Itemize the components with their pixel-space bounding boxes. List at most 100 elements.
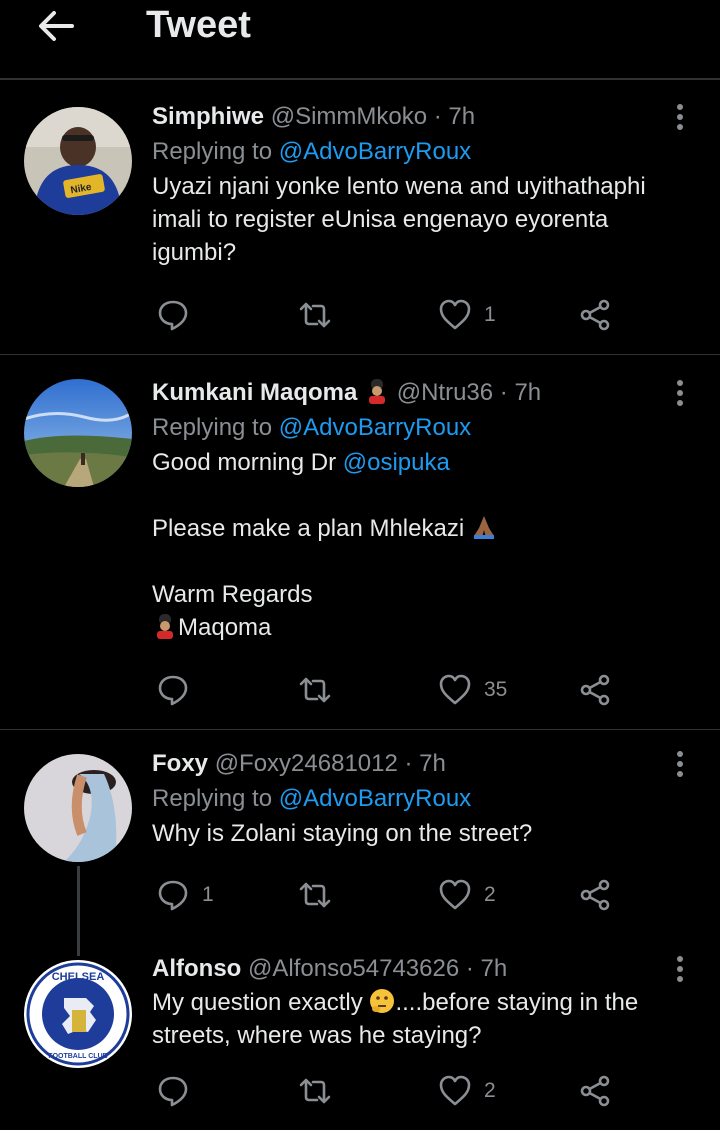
replying-handle-link[interactable]: @AdvoBarryRoux — [279, 414, 471, 441]
share-icon — [580, 674, 610, 706]
like-button[interactable]: 35 — [438, 672, 507, 708]
avatar[interactable]: Nike — [24, 107, 132, 215]
replying-prefix: Replying to — [152, 138, 279, 165]
text-fragment: My question exactly — [152, 989, 370, 1016]
avatar[interactable] — [24, 754, 132, 862]
top-bar: Tweet — [0, 0, 720, 80]
replying-handle-link[interactable]: @AdvoBarryRoux — [279, 785, 471, 812]
tweet-text-line: My question exactly ....before staying i… — [152, 986, 672, 1052]
reply-count: 1 — [202, 883, 214, 906]
text-fragment: Please make a plan Mhlekazi — [152, 515, 471, 542]
reply-bubble-icon — [158, 1076, 188, 1107]
replying-to: Replying to @AdvoBarryRoux — [152, 413, 672, 443]
share-button[interactable] — [578, 297, 612, 333]
tweet-text-line: Why is Zolani staying on the street? — [152, 820, 533, 847]
retweet-icon — [299, 1078, 331, 1104]
tweet-time: · 7h — [493, 379, 542, 406]
share-button[interactable] — [578, 672, 612, 708]
replying-prefix: Replying to — [152, 414, 279, 441]
replying-to: Replying to @AdvoBarryRoux — [152, 784, 672, 814]
avatar[interactable]: CHELSEA FOOTBALL CLUB — [24, 960, 132, 1068]
share-button[interactable] — [578, 1073, 612, 1109]
tweet-meta: Simphiwe @SimmMkoko · 7h — [152, 102, 672, 132]
tweet-text: Uyazi njani yonke lento wena and uyithat… — [152, 170, 672, 269]
tweet-time: · 7h — [427, 103, 476, 130]
heart-icon — [439, 1075, 471, 1106]
praying-hands-emoji-icon — [473, 516, 494, 539]
like-button[interactable]: 2 — [438, 1073, 496, 1109]
like-count: 1 — [484, 303, 496, 326]
tweet-text-line: Warm Regards — [152, 581, 313, 608]
tweet-actions: 1 — [156, 297, 626, 333]
tweet-text: My question exactly ....before staying i… — [152, 986, 672, 1052]
share-icon — [580, 1075, 610, 1107]
display-name[interactable]: Alfonso — [152, 955, 241, 982]
display-name[interactable]: Foxy — [152, 750, 208, 777]
tweet-meta: Alfonso @Alfonso54743626 · 7h — [152, 954, 672, 984]
tweet-text: Why is Zolani staying on the street? — [152, 817, 672, 850]
user-handle[interactable]: @Alfonso54743626 — [248, 955, 459, 982]
thread-connector — [77, 866, 80, 956]
display-name[interactable]: Simphiwe — [152, 103, 264, 130]
reply-button[interactable] — [156, 297, 202, 333]
like-count: 2 — [484, 883, 496, 906]
guard-emoji-icon — [369, 379, 386, 404]
retweet-icon — [299, 302, 331, 328]
divider — [0, 729, 720, 730]
user-handle[interactable]: @Foxy24681012 — [215, 750, 398, 777]
retweet-button[interactable] — [298, 877, 344, 913]
tweet-actions: 35 — [156, 672, 626, 708]
reply-button[interactable]: 1 — [156, 877, 214, 913]
retweet-button[interactable] — [298, 1073, 344, 1109]
tweet-meta: Foxy @Foxy24681012 · 7h — [152, 749, 672, 779]
tweet-actions: 1 2 — [156, 877, 626, 913]
user-handle[interactable]: @SimmMkoko — [271, 103, 427, 130]
tweet-text-line: Uyazi njani yonke lento wena and uyithat… — [152, 173, 646, 266]
tweet-text-line: Good morning Dr @osipuka — [152, 446, 672, 479]
heart-icon — [439, 674, 471, 705]
tweet-meta: Kumkani Maqoma @Ntru36 · 7h — [152, 378, 672, 408]
tweet-text: Good morning Dr @osipuka Please make a p… — [152, 446, 672, 644]
display-name[interactable]: Kumkani Maqoma — [152, 379, 357, 406]
replying-prefix: Replying to — [152, 785, 279, 812]
retweet-button[interactable] — [298, 672, 344, 708]
tweet-time: · 7h — [459, 955, 508, 982]
mention-link[interactable]: @osipuka — [343, 449, 450, 476]
share-icon — [580, 879, 610, 911]
avatar[interactable] — [24, 379, 132, 487]
text-fragment: Maqoma — [178, 614, 272, 641]
tweet-actions: 2 — [156, 1073, 626, 1109]
share-button[interactable] — [578, 877, 612, 913]
user-handle[interactable]: @Ntru36 — [397, 379, 493, 406]
more-vertical-icon[interactable] — [674, 956, 686, 986]
tweet-text-line: Please make a plan Mhlekazi — [152, 512, 672, 545]
like-button[interactable]: 2 — [438, 877, 496, 913]
badge-top-text: CHELSEA — [52, 971, 105, 983]
replying-handle-link[interactable]: @AdvoBarryRoux — [279, 138, 471, 165]
reply-button[interactable] — [156, 1073, 202, 1109]
tweet-text-line: Maqoma — [152, 611, 672, 644]
retweet-icon — [299, 677, 331, 703]
more-vertical-icon[interactable] — [674, 751, 686, 781]
more-vertical-icon[interactable] — [674, 104, 686, 134]
divider — [0, 354, 720, 355]
replying-to: Replying to @AdvoBarryRoux — [152, 137, 672, 167]
like-count: 2 — [484, 1079, 496, 1102]
reply-bubble-icon — [158, 880, 188, 911]
retweet-icon — [299, 882, 331, 908]
heart-icon — [439, 299, 471, 330]
thinking-face-emoji-icon — [370, 989, 395, 1013]
reply-bubble-icon — [158, 675, 188, 706]
badge-bottom-text: FOOTBALL CLUB — [48, 1053, 107, 1060]
like-button[interactable]: 1 — [438, 297, 496, 333]
retweet-button[interactable] — [298, 297, 344, 333]
reply-button[interactable] — [156, 672, 202, 708]
page-title: Tweet — [146, 4, 251, 46]
tweet-time: · 7h — [397, 750, 446, 777]
heart-icon — [439, 879, 471, 910]
back-arrow-icon[interactable] — [36, 8, 76, 44]
more-vertical-icon[interactable] — [674, 380, 686, 410]
reply-bubble-icon — [158, 300, 188, 331]
